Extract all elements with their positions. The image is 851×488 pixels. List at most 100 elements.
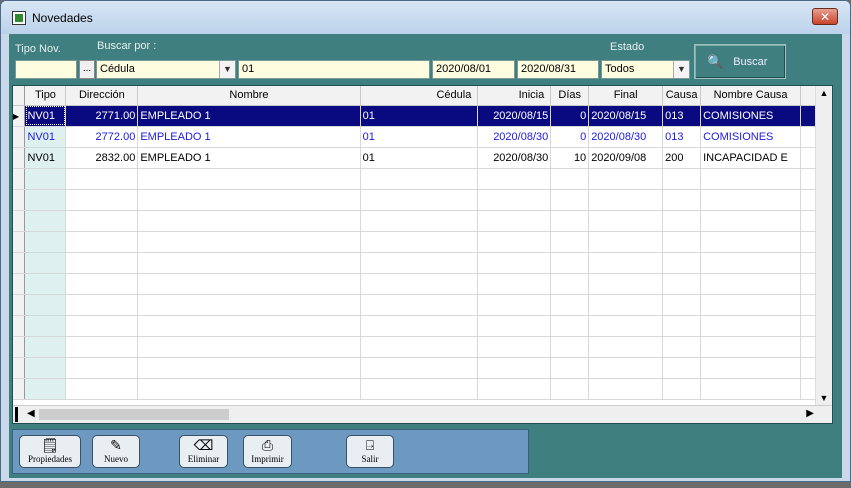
buscar-button[interactable]: 🔍 Buscar bbox=[694, 44, 786, 79]
empty-cell bbox=[65, 189, 139, 211]
imprimir-button[interactable]: ⎙ Imprimir bbox=[243, 435, 292, 468]
propiedades-button[interactable]: 🗒 Propiedades bbox=[19, 435, 81, 468]
horizontal-scroll-thumb[interactable] bbox=[39, 409, 229, 420]
cell-final[interactable]: 2020/08/30 bbox=[588, 126, 664, 148]
cell-nombre-causa[interactable]: COMISIONES bbox=[700, 126, 802, 148]
empty-cell bbox=[588, 168, 664, 190]
empty-cell bbox=[477, 315, 552, 337]
empty-cell bbox=[700, 378, 802, 400]
cell-direccion[interactable]: 2771.00 bbox=[65, 105, 139, 127]
cell-direccion[interactable]: 2772.00 bbox=[65, 126, 139, 148]
cell-cedula[interactable]: 01 bbox=[360, 126, 479, 148]
buscar-por-value: Cédula bbox=[100, 63, 135, 75]
empty-cell bbox=[588, 273, 664, 295]
cell-cedula[interactable]: 01 bbox=[360, 105, 479, 127]
empty-cell bbox=[662, 168, 702, 190]
buscar-por-select[interactable]: Cédula ▼ bbox=[96, 60, 236, 79]
salir-button[interactable]: ⍈ Salir bbox=[346, 435, 394, 468]
empty-cell bbox=[662, 315, 702, 337]
col-header-final[interactable]: Final bbox=[588, 86, 664, 106]
empty-row bbox=[13, 315, 832, 337]
empty-cell bbox=[662, 357, 702, 379]
cell-final[interactable]: 2020/09/08 bbox=[588, 147, 664, 169]
chevron-down-icon[interactable]: ▼ bbox=[219, 61, 235, 78]
cell-final[interactable]: 2020/08/15 bbox=[588, 105, 664, 127]
col-header-nombre[interactable]: Nombre bbox=[137, 86, 361, 106]
col-header-inicia[interactable]: Inicia bbox=[477, 86, 552, 106]
table-row[interactable]: NV01 2772.00 EMPLEADO 1 01 2020/08/30 0 … bbox=[13, 126, 832, 148]
cell-dias[interactable]: 0 bbox=[550, 126, 590, 148]
estado-select[interactable]: Todos ▼ bbox=[601, 60, 690, 79]
nuevo-button[interactable]: ✎ Nuevo bbox=[92, 435, 140, 468]
empty-cell bbox=[662, 189, 702, 211]
empty-row bbox=[13, 378, 832, 400]
empty-row bbox=[13, 252, 832, 274]
cell-tipo[interactable]: NV01 bbox=[24, 126, 67, 148]
tipo-nov-lookup-button[interactable]: ... bbox=[79, 60, 95, 79]
cell-causa[interactable]: 013 bbox=[662, 105, 702, 127]
cell-nombre-causa[interactable]: INCAPACIDAD E bbox=[700, 147, 802, 169]
novedades-window: Novedades ✕ Tipo Nov. Buscar por : Estad… bbox=[0, 0, 851, 482]
empty-cell bbox=[588, 252, 664, 274]
empty-cell bbox=[550, 357, 590, 379]
cell-inicia[interactable]: 2020/08/30 bbox=[477, 147, 552, 169]
empty-cell bbox=[662, 378, 702, 400]
scroll-down-icon[interactable]: ▼ bbox=[816, 393, 832, 403]
empty-cell bbox=[137, 378, 361, 400]
propiedades-label: Propiedades bbox=[28, 454, 72, 464]
scroll-left-icon[interactable]: ◀ bbox=[27, 408, 35, 419]
chevron-down-icon[interactable]: ▼ bbox=[673, 61, 689, 78]
table-row[interactable]: ▶ NV01 2771.00 EMPLEADO 1 01 2020/08/15 … bbox=[13, 105, 832, 127]
close-button[interactable]: ✕ bbox=[812, 8, 838, 25]
imprimir-label: Imprimir bbox=[251, 454, 284, 464]
empty-cell bbox=[550, 168, 590, 190]
search-input[interactable]: 01 bbox=[238, 60, 430, 79]
col-header-dias[interactable]: Días bbox=[550, 86, 590, 106]
cell-inicia[interactable]: 2020/08/15 bbox=[477, 105, 552, 127]
empty-cell bbox=[550, 378, 590, 400]
empty-cell bbox=[477, 273, 552, 295]
col-header-causa[interactable]: Causa bbox=[662, 86, 702, 106]
title-bar[interactable]: Novedades ✕ bbox=[1, 1, 850, 34]
bottom-toolbar: 🗒 Propiedades ✎ Nuevo ⌫ Eliminar ⎙ Impri… bbox=[12, 429, 529, 474]
empty-cell bbox=[24, 210, 67, 232]
buscar-button-label: Buscar bbox=[733, 55, 768, 68]
col-header-direccion[interactable]: Dirección bbox=[65, 86, 139, 106]
cell-inicia[interactable]: 2020/08/30 bbox=[477, 126, 552, 148]
horizontal-scrollbar[interactable]: ◀ ▶ bbox=[13, 405, 832, 423]
tipo-nov-input[interactable] bbox=[15, 60, 77, 79]
col-header-tipo[interactable]: Tipo bbox=[24, 86, 67, 106]
cell-dias[interactable]: 10 bbox=[550, 147, 590, 169]
empty-cell bbox=[360, 315, 479, 337]
empty-cell bbox=[65, 336, 139, 358]
empty-cell bbox=[477, 168, 552, 190]
scroll-right-icon[interactable]: ▶ bbox=[806, 408, 814, 419]
cell-cedula[interactable]: 01 bbox=[360, 147, 479, 169]
empty-cell bbox=[700, 315, 802, 337]
vertical-scrollbar[interactable]: ▲ ▼ bbox=[815, 86, 832, 405]
novedades-grid[interactable]: Tipo Dirección Nombre Cédula Inicia Días… bbox=[12, 85, 833, 424]
cell-nombre[interactable]: EMPLEADO 1 bbox=[137, 105, 361, 127]
cell-nombre-causa[interactable]: COMISIONES bbox=[700, 105, 802, 127]
fecha-desde-input[interactable]: 2020/08/01 bbox=[432, 60, 515, 79]
eliminar-button[interactable]: ⌫ Eliminar bbox=[179, 435, 228, 468]
empty-cell bbox=[662, 252, 702, 274]
empty-cell bbox=[65, 273, 139, 295]
fecha-hasta-input[interactable]: 2020/08/31 bbox=[517, 60, 599, 79]
cell-direccion[interactable]: 2832.00 bbox=[65, 147, 139, 169]
cell-tipo[interactable]: NV01 bbox=[24, 105, 67, 127]
col-header-nombre-causa[interactable]: Nombre Causa bbox=[700, 86, 802, 106]
table-row[interactable]: NV01 2832.00 EMPLEADO 1 01 2020/08/30 10… bbox=[13, 147, 832, 169]
grid-table: Tipo Dirección Nombre Cédula Inicia Días… bbox=[13, 86, 832, 400]
cell-tipo[interactable]: NV01 bbox=[24, 147, 67, 169]
cell-nombre[interactable]: EMPLEADO 1 bbox=[137, 147, 361, 169]
col-header-cedula[interactable]: Cédula bbox=[360, 86, 479, 106]
cell-nombre[interactable]: EMPLEADO 1 bbox=[137, 126, 361, 148]
cell-causa[interactable]: 200 bbox=[662, 147, 702, 169]
empty-cell bbox=[477, 336, 552, 358]
empty-cell bbox=[137, 210, 361, 232]
scroll-up-icon[interactable]: ▲ bbox=[816, 88, 832, 98]
cell-dias[interactable]: 0 bbox=[550, 105, 590, 127]
cell-causa[interactable]: 013 bbox=[662, 126, 702, 148]
empty-cell bbox=[24, 336, 67, 358]
